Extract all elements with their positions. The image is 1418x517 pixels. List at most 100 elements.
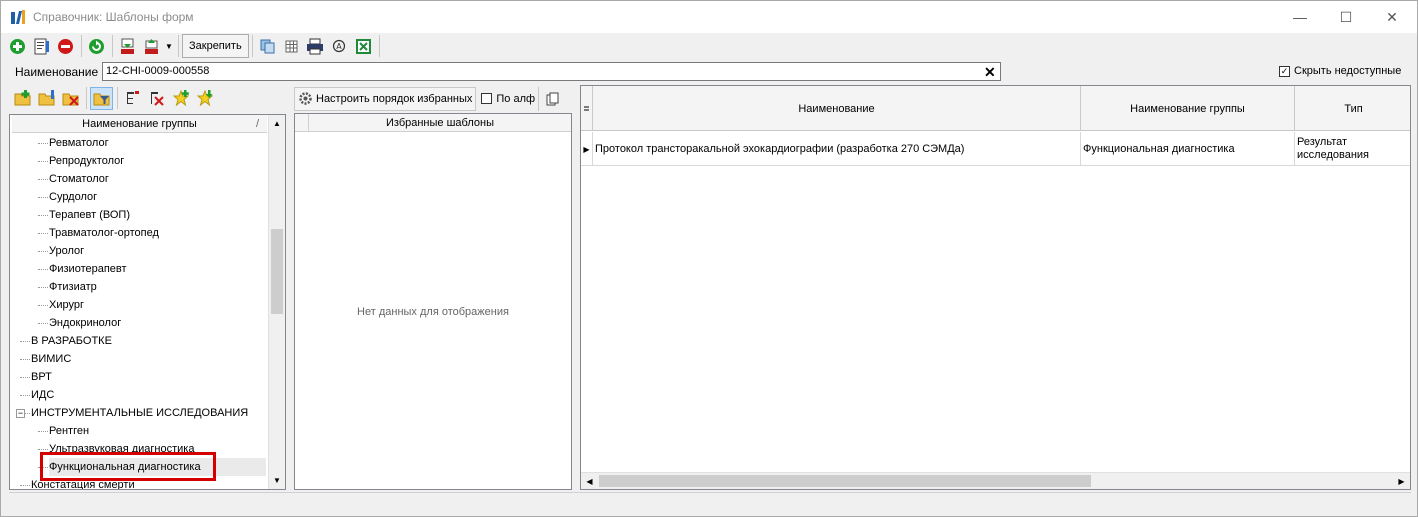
configure-favorites-button[interactable]: Настроить порядок избранных	[294, 86, 477, 111]
table-icon	[285, 40, 298, 52]
window: Справочник: Шаблоны форм — ☐ ✕ ▼ Закрепи…	[0, 0, 1418, 517]
tree-item[interactable]: ИДС	[31, 386, 54, 404]
excel-close-icon	[355, 38, 371, 54]
column-header-group[interactable]: Наименование группы	[1081, 86, 1295, 131]
tree-item[interactable]: Уролог	[49, 242, 84, 260]
tree-item[interactable]: Хирург	[49, 296, 84, 314]
tree-delete-button[interactable]	[145, 87, 168, 110]
scroll-right-icon[interactable]: ▶	[1393, 473, 1410, 489]
cell-template-type[interactable]: Результат исследования	[1295, 132, 1410, 166]
alphabetical-checkbox[interactable]: По алф	[481, 93, 538, 105]
tree-item[interactable]: Эндокринолог	[49, 314, 121, 332]
column-chooser-icon[interactable]: ≣	[581, 86, 593, 131]
column-header-type[interactable]: Тип	[1295, 86, 1410, 131]
tree-connector	[38, 323, 48, 324]
sort-indicator: /	[255, 118, 259, 130]
group-tree: Наименование группы / Ревматолог Репродук…	[9, 114, 286, 490]
tree-connector	[38, 251, 48, 252]
refresh-icon	[89, 38, 104, 54]
tree-connector	[38, 197, 48, 198]
folder-edit-icon	[38, 90, 54, 106]
tree-item[interactable]: Репродуктолог	[49, 152, 124, 170]
delete-group-button[interactable]	[59, 87, 82, 110]
info-button[interactable]: A	[328, 35, 351, 57]
refresh-button[interactable]	[85, 35, 108, 57]
collapse-icon[interactable]: −	[16, 409, 25, 418]
tree-connector	[38, 287, 48, 288]
tree-connector	[38, 269, 48, 270]
tree-item[interactable]: Травматолог-ортопед	[49, 224, 159, 242]
tree-structure-button[interactable]	[121, 87, 144, 110]
star-add-icon	[172, 89, 189, 107]
scroll-down-icon[interactable]: ▼	[269, 472, 285, 489]
star-download-icon	[196, 89, 213, 107]
svg-text:A: A	[336, 42, 342, 51]
tree-item[interactable]: Ревматолог	[49, 134, 109, 152]
table-row[interactable]: ▶ Протокол трансторакальной эхокардиогра…	[581, 132, 1410, 166]
import-button[interactable]	[116, 35, 139, 57]
favorites-column-header[interactable]: Избранные шаблоны	[308, 114, 571, 132]
tree-item[interactable]: Стоматолог	[49, 170, 109, 188]
toolbar-separator	[117, 87, 118, 109]
export-dropdown-button[interactable]: ▼	[164, 35, 174, 57]
tree-item[interactable]: ВИМИС	[31, 350, 71, 368]
edit-group-button[interactable]	[35, 87, 58, 110]
filter-button[interactable]	[90, 86, 113, 110]
at-icon: A	[333, 39, 346, 53]
tree-column-header[interactable]: Наименование группы /	[12, 115, 267, 133]
delete-button[interactable]	[54, 35, 77, 57]
tree-item[interactable]: Сурдолог	[49, 188, 97, 206]
horizontal-scroll-thumb[interactable]	[599, 475, 1091, 487]
hide-unavailable-checkbox[interactable]: ✓ Скрыть недоступные	[1279, 65, 1401, 77]
favorites-row-header	[295, 114, 308, 132]
tree-item[interactable]: Физиотерапевт	[49, 260, 127, 278]
pin-button[interactable]: Закрепить	[182, 34, 249, 58]
folder-filter-icon	[93, 93, 109, 106]
minus-icon	[58, 38, 73, 54]
scroll-thumb[interactable]	[271, 229, 283, 314]
tree-item[interactable]: В РАЗРАБОТКЕ	[31, 332, 112, 350]
name-search-input[interactable]: 12-CHI-0009-000558	[102, 62, 1001, 81]
add-button[interactable]	[6, 35, 29, 57]
minimize-button[interactable]: —	[1277, 1, 1323, 33]
printer-icon	[307, 38, 324, 54]
edit-button[interactable]	[30, 35, 53, 57]
templates-horizontal-scrollbar[interactable]: ◀ ▶	[581, 472, 1410, 489]
scroll-left-icon[interactable]: ◀	[581, 473, 598, 489]
cell-template-name[interactable]: Протокол трансторакальной эхокардиографи…	[593, 132, 1081, 166]
tree-item[interactable]: ИНСТРУМЕНТАЛЬНЫЕ ИССЛЕДОВАНИЯ	[31, 404, 248, 422]
toolbar-separator	[112, 35, 113, 57]
toolbar-separator	[251, 35, 253, 57]
alphabetical-label: По алф	[496, 92, 536, 105]
add-group-button[interactable]	[11, 87, 34, 110]
maximize-button[interactable]: ☐	[1323, 1, 1369, 33]
cell-template-group[interactable]: Функциональная диагностика	[1081, 132, 1295, 166]
tree-item[interactable]: Терапевт (ВОП)	[49, 206, 130, 224]
table-button[interactable]	[280, 35, 303, 57]
duplicate-icon	[546, 92, 559, 105]
tree-structure-icon	[126, 91, 139, 104]
copy-icon	[260, 39, 275, 53]
tree-item[interactable]: ВРТ	[31, 368, 52, 386]
copy-button[interactable]	[256, 35, 279, 57]
status-bar	[9, 492, 1411, 510]
duplicate-button[interactable]	[538, 86, 566, 111]
app-icon	[11, 10, 25, 24]
close-form-button[interactable]	[352, 35, 375, 57]
clear-search-icon[interactable]: ✕	[984, 64, 996, 81]
tree-item[interactable]: Рентген	[49, 422, 89, 440]
search-row: Наименование 12-CHI-0009-000558 ✕ ✓ Скры…	[1, 61, 1417, 83]
hide-unavailable-label: Скрыть недоступные	[1294, 65, 1402, 77]
close-button[interactable]: ✕	[1369, 1, 1415, 33]
tree-delete-icon	[150, 92, 164, 106]
tree-item[interactable]: Фтизиатр	[49, 278, 97, 296]
column-header-name[interactable]: Наименование	[593, 86, 1081, 131]
add-favorite-button[interactable]	[169, 87, 192, 110]
toolbar-separator	[178, 35, 179, 57]
print-button[interactable]	[304, 35, 327, 57]
export-button[interactable]	[140, 35, 163, 57]
remove-favorite-button[interactable]	[193, 87, 216, 110]
tree-vertical-scrollbar[interactable]: ▲ ▼	[268, 115, 285, 489]
checkbox-unchecked-icon	[481, 93, 493, 104]
scroll-up-icon[interactable]: ▲	[269, 115, 285, 132]
